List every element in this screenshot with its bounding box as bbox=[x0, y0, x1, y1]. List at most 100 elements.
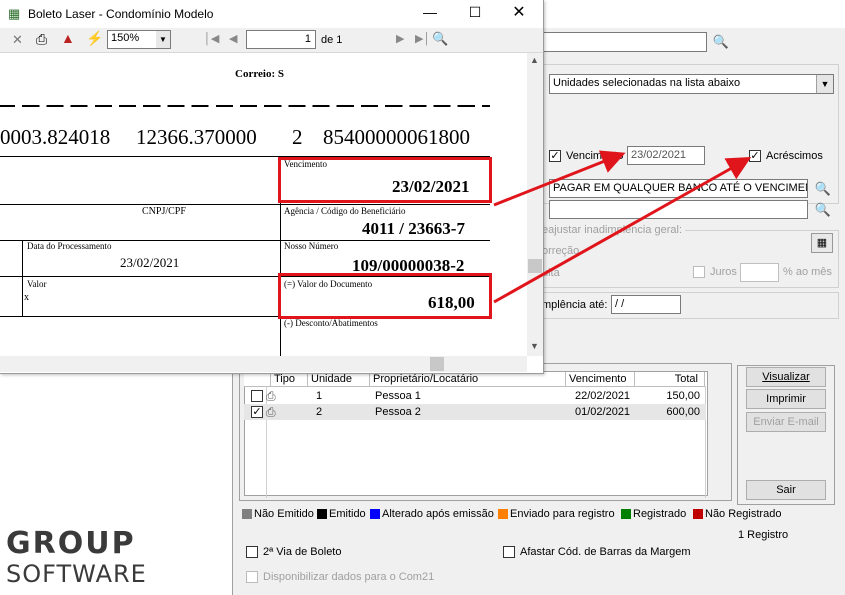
table-scrollbar[interactable] bbox=[708, 371, 728, 496]
h-scroll-thumb[interactable] bbox=[430, 357, 444, 371]
col-total-header[interactable]: Total bbox=[635, 372, 705, 386]
acrescimos-checkbox[interactable]: ✓ bbox=[749, 150, 761, 162]
digitable-part-1: 0003.824018 bbox=[0, 125, 111, 149]
zoom-value: 150% bbox=[111, 32, 140, 44]
top-search-field[interactable] bbox=[542, 32, 707, 52]
cnpj-label: CNPJ/CPF bbox=[142, 206, 186, 217]
calculator-icon[interactable]: ▦ bbox=[811, 233, 833, 253]
digitable-part-4: 85400000061800 bbox=[323, 125, 470, 149]
segunda-via-label: 2ª Via de Boleto bbox=[263, 546, 342, 558]
maximize-icon[interactable]: ☐ bbox=[465, 4, 485, 21]
legend-swatch-registrado bbox=[621, 509, 631, 519]
data-processamento-value: 23/02/2021 bbox=[120, 255, 180, 270]
doc-hline-2 bbox=[0, 204, 490, 205]
row-1-unidade: 1 bbox=[316, 390, 323, 402]
legend-label-emitido: Emitido bbox=[329, 508, 366, 520]
vencimento-checkbox[interactable]: ✓ bbox=[549, 150, 561, 162]
lightning-icon[interactable]: ⚡ bbox=[86, 30, 103, 47]
correio-label: Correio: S bbox=[235, 68, 284, 80]
binoculars-instrucao-2-icon[interactable]: 🔍 bbox=[813, 201, 833, 219]
legend-label-registrado: Registrado bbox=[633, 508, 687, 520]
col-vencimento-header[interactable]: Vencimento bbox=[566, 372, 635, 386]
binoculars-find-icon[interactable]: 🔍 bbox=[432, 31, 448, 47]
registro-count: 1 Registro bbox=[738, 529, 789, 541]
col-unidade-header[interactable]: Unidade bbox=[308, 372, 370, 386]
preview-titlebar: ▦ Boleto Laser - Condomínio Modelo — ☐ ✕ bbox=[0, 0, 543, 28]
row-2-checkbox[interactable]: ✓ bbox=[251, 406, 263, 418]
legend-label-nao-emitido: Não Emitido bbox=[254, 508, 314, 520]
scroll-thumb[interactable] bbox=[528, 259, 542, 273]
row-1-vencimento: 22/02/2021 bbox=[575, 390, 631, 402]
instrucao-field-1[interactable]: PAGAR EM QUALQUER BANCO ATÉ O VENCIMENTO bbox=[549, 179, 808, 198]
row-1-nome: Pessoa 1 bbox=[375, 390, 421, 402]
cancel-icon[interactable]: ✕ bbox=[12, 32, 23, 48]
disponibilizar-checkbox[interactable] bbox=[246, 571, 258, 583]
visualizar-button[interactable]: Visualizar bbox=[746, 367, 826, 387]
sair-button[interactable]: Sair bbox=[746, 480, 826, 500]
segunda-via-checkbox[interactable] bbox=[246, 546, 258, 558]
preview-horizontal-scrollbar[interactable] bbox=[0, 356, 527, 372]
vencimento-check-label: Vencimento bbox=[566, 150, 624, 162]
binoculars-instrucao-1-icon[interactable]: 🔍 bbox=[813, 180, 833, 198]
group-software-logo: GROUP SOFTWARE bbox=[6, 526, 226, 589]
disponibilizar-label: Disponibilizar dados para o Com21 bbox=[263, 571, 435, 583]
juros-label: Juros bbox=[710, 266, 737, 278]
agencia-label: Agência / Código do Beneficiário bbox=[284, 206, 406, 216]
preview-toolbar: ✕ ⎙ ▲ ⚡ 150% ▼ │◀ ◀ 1 de 1 ▶ ▶│ 🔍 bbox=[0, 28, 543, 53]
print-icon[interactable]: ⎙ bbox=[36, 31, 47, 48]
last-page-icon[interactable]: ▶│ bbox=[415, 32, 430, 45]
selection-dropdown-value: Unidades selecionadas na lista abaixo bbox=[553, 77, 741, 89]
desconto-label: (-) Desconto/Abatimentos bbox=[284, 318, 378, 328]
juros-checkbox[interactable] bbox=[693, 266, 705, 278]
highlight-vencimento bbox=[278, 157, 492, 203]
juros-field[interactable] bbox=[740, 263, 779, 282]
minimize-icon[interactable]: — bbox=[420, 4, 440, 20]
close-icon[interactable]: ✕ bbox=[509, 2, 529, 22]
inadimplencia-date-field[interactable]: / / bbox=[611, 295, 681, 314]
table-row[interactable]: ⎙ 1 Pessoa 1 22/02/2021 150,00 bbox=[244, 388, 706, 404]
table-header: Tipo Unidade Proprietário/Locatário Venc… bbox=[244, 372, 706, 387]
nosso-numero-label: Nosso Número bbox=[284, 241, 339, 251]
afastar-checkbox[interactable] bbox=[503, 546, 515, 558]
export-icon[interactable]: ▲ bbox=[61, 30, 75, 46]
legend-swatch-alterado bbox=[370, 509, 380, 519]
doc-vline-left bbox=[22, 240, 23, 316]
digitable-part-3: 2 bbox=[292, 125, 303, 149]
next-page-icon[interactable]: ▶ bbox=[396, 32, 404, 45]
scroll-up-icon[interactable]: ▲ bbox=[530, 55, 539, 65]
imprimir-button[interactable]: Imprimir bbox=[746, 389, 826, 409]
logo-line-1: GROUP bbox=[6, 526, 136, 561]
row-2-nome: Pessoa 2 bbox=[375, 406, 421, 418]
legend-swatch-enviado bbox=[498, 509, 508, 519]
sair-label: Sair bbox=[776, 484, 796, 496]
inadimplencia-label: mplência até: bbox=[542, 299, 608, 311]
zoom-select[interactable]: 150% ▼ bbox=[107, 30, 171, 49]
first-page-icon[interactable]: │◀ bbox=[204, 32, 219, 45]
legend-label-nao-registrado: Não Registrado bbox=[705, 508, 782, 520]
selection-dropdown[interactable]: Unidades selecionadas na lista abaixo ▼ bbox=[549, 74, 834, 94]
chevron-down-icon: ▼ bbox=[156, 31, 170, 48]
scroll-down-icon[interactable]: ▼ bbox=[530, 341, 539, 351]
legend-swatch-nao-registrado bbox=[693, 509, 703, 519]
cut-line bbox=[0, 105, 490, 109]
printer-icon: ⎙ bbox=[266, 389, 276, 403]
multa-label: ulta bbox=[542, 267, 560, 279]
correcao-label: orreção bbox=[542, 245, 580, 257]
instrucao-field-2[interactable] bbox=[549, 200, 808, 219]
col-tipo-header[interactable]: Tipo bbox=[271, 372, 308, 386]
vencimento-date-field[interactable]: 23/02/2021 bbox=[627, 146, 705, 165]
app-icon: ▦ bbox=[8, 6, 21, 21]
prev-page-icon[interactable]: ◀ bbox=[229, 32, 237, 45]
enviar-email-button[interactable]: Enviar E-mail bbox=[746, 412, 826, 432]
legend-swatch-nao-emitido bbox=[242, 509, 252, 519]
col-proprietario-header[interactable]: Proprietário/Locatário bbox=[370, 372, 566, 386]
legend-label-enviado: Enviado para registro bbox=[510, 508, 615, 520]
binoculars-search-icon[interactable]: 🔍 bbox=[711, 33, 731, 51]
acrescimos-label: Acréscimos bbox=[766, 150, 823, 162]
row-1-checkbox[interactable] bbox=[251, 390, 263, 402]
table-row[interactable]: ✓ ⎙ 2 Pessoa 2 01/02/2021 600,00 bbox=[244, 404, 706, 420]
printer-icon: ⎙ bbox=[266, 405, 276, 419]
preview-vertical-scrollbar[interactable]: ▲ ▼ bbox=[527, 53, 543, 356]
page-number-field[interactable]: 1 bbox=[246, 30, 316, 49]
data-processamento-label: Data do Processamento bbox=[27, 241, 112, 251]
